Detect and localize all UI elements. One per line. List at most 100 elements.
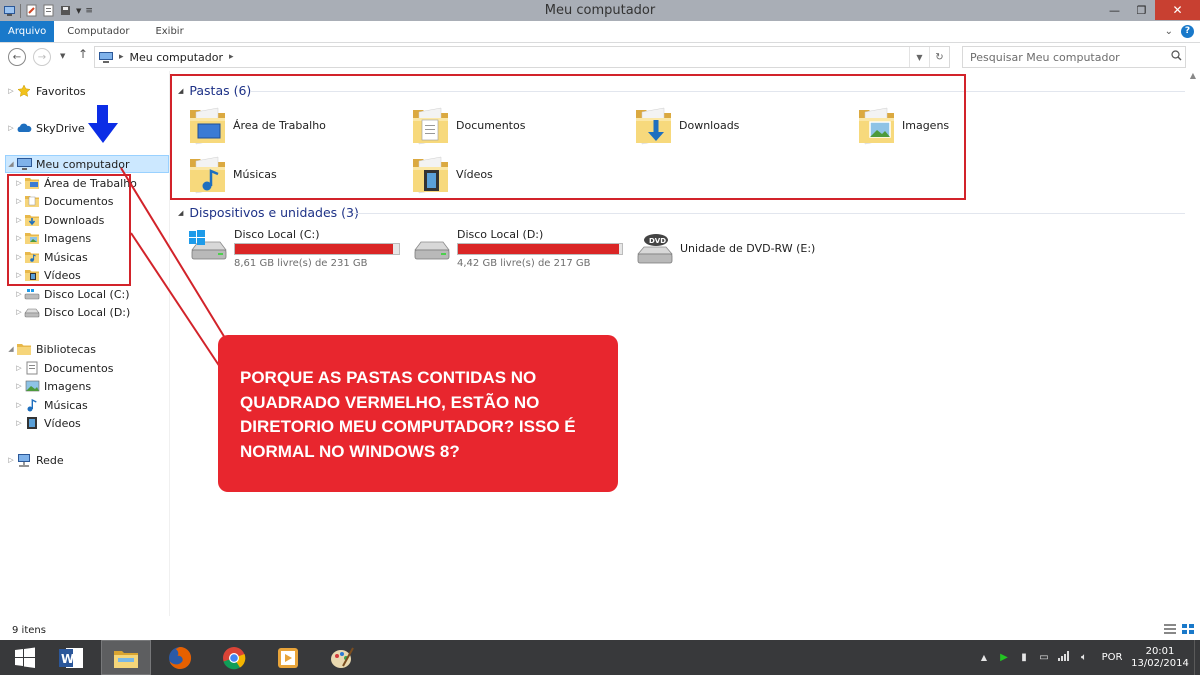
expand-arrow-icon[interactable]: ▷ [6, 124, 16, 132]
drive-free-space: 4,42 GB livre(s) de 217 GB [457, 258, 591, 269]
help-icon[interactable]: ? [1181, 25, 1194, 38]
taskbar-firefox[interactable] [155, 640, 205, 675]
nav-item-meu-computador[interactable]: ◢ Meu computador [5, 155, 169, 173]
collapse-arrow-icon[interactable]: ◢ [6, 345, 16, 353]
picture-icon [24, 379, 40, 393]
breadcrumb-separator-icon[interactable]: ▸ [119, 52, 124, 62]
taskbar-paint[interactable] [317, 640, 367, 675]
expand-arrow-icon[interactable]: ▷ [14, 401, 24, 409]
address-dropdown-button[interactable]: ▼ [909, 47, 929, 67]
expand-ribbon-icon[interactable]: ⌄ [1165, 26, 1173, 37]
nav-label: Favoritos [36, 84, 86, 98]
address-bar[interactable]: ▸ Meu computador ▸ ▼ ↻ [94, 46, 950, 68]
start-button[interactable] [0, 640, 50, 675]
qat-customize-icon[interactable]: ≡ [85, 6, 93, 16]
window-title: Meu computador [544, 3, 656, 18]
devices-group-header[interactable]: ◢ Dispositivos e unidades (3) [178, 205, 359, 220]
nav-item-lib-musicas[interactable]: ▷ Músicas [14, 396, 88, 414]
qat-dropdown-icon[interactable]: ▼ [76, 7, 81, 15]
nav-item-lib-documentos[interactable]: ▷ Documentos [14, 359, 113, 377]
system-tray: ▲ ▶ ▮ ▭ 🔈︎ POR 20:01 13/02/2014 [974, 640, 1200, 675]
search-icon[interactable] [1167, 50, 1185, 64]
word-icon: W [59, 647, 83, 668]
minimize-button[interactable]: — [1101, 0, 1128, 20]
nav-item-disco-d[interactable]: ▷ Disco Local (D:) [14, 303, 130, 321]
nav-label: Disco Local (D:) [44, 305, 131, 319]
nav-label: Disco Local (C:) [44, 287, 130, 301]
drive-name: Disco Local (D:) [457, 228, 544, 241]
expand-arrow-icon[interactable]: ▷ [6, 87, 16, 95]
taskbar-explorer[interactable] [101, 640, 151, 675]
search-input[interactable] [970, 50, 1167, 64]
back-button[interactable]: ← [8, 48, 26, 66]
network-icon [16, 453, 32, 467]
clock-date: 13/02/2014 [1131, 657, 1189, 669]
show-desktop-button[interactable] [1194, 640, 1200, 675]
nav-item-rede[interactable]: ▷ Rede [6, 451, 64, 469]
new-folder-icon[interactable] [42, 4, 55, 17]
volume-icon[interactable]: 🔈︎ [1074, 652, 1094, 663]
nav-label: Documentos [44, 361, 114, 375]
cloud-icon [16, 121, 32, 135]
device-icon[interactable]: ▮ [1014, 652, 1034, 663]
taskbar-chrome[interactable] [209, 640, 259, 675]
drive-name: Disco Local (C:) [234, 228, 320, 241]
up-arrow-icon[interactable]: ↑ [78, 47, 88, 61]
nav-item-favoritos[interactable]: ▷ Favoritos [6, 82, 86, 100]
scroll-up-icon[interactable]: ▲ [1186, 71, 1200, 85]
recent-locations-icon[interactable]: ▼ [60, 52, 65, 60]
breadcrumb-meu-computador[interactable]: Meu computador [130, 51, 223, 64]
libraries-icon [16, 342, 32, 356]
play-icon[interactable]: ▶ [994, 652, 1014, 663]
network-signal-icon[interactable] [1054, 651, 1074, 664]
back-arrow-icon: ← [12, 51, 22, 63]
nav-item-skydrive[interactable]: ▷ SkyDrive [6, 119, 85, 137]
close-button[interactable]: ✕ [1155, 0, 1200, 20]
expand-arrow-icon[interactable]: ▷ [14, 308, 24, 316]
star-icon [16, 84, 32, 98]
drive-tile-d[interactable]: Disco Local (D:) 4,42 GB livre(s) de 217… [411, 228, 623, 269]
show-hidden-icons-icon[interactable]: ▲ [974, 653, 994, 662]
collapse-arrow-icon[interactable]: ◢ [6, 160, 16, 168]
item-count: 9 itens [12, 624, 46, 636]
properties-icon[interactable] [25, 4, 38, 17]
group-title: Dispositivos e unidades (3) [189, 205, 359, 220]
drive-usage-bar [457, 243, 623, 255]
drive-tile-c[interactable]: Disco Local (C:) 8,61 GB livre(s) de 231… [188, 228, 400, 269]
clock[interactable]: 20:01 13/02/2014 [1130, 646, 1190, 670]
expand-arrow-icon[interactable]: ▷ [14, 290, 24, 298]
expand-arrow-icon[interactable]: ▷ [14, 382, 24, 390]
nav-item-bibliotecas[interactable]: ◢ Bibliotecas [6, 340, 96, 358]
forward-arrow-icon: → [37, 51, 47, 63]
tab-computador[interactable]: Computador [54, 21, 142, 42]
nav-item-lib-imagens[interactable]: ▷ Imagens [14, 377, 91, 395]
maximize-button[interactable]: ❐ [1128, 0, 1155, 20]
drive-icon [411, 228, 453, 268]
forward-button[interactable]: → [33, 48, 51, 66]
windows-logo-icon [15, 647, 35, 668]
tiles-view-icon[interactable] [1182, 624, 1194, 637]
nav-item-disco-c[interactable]: ▷ Disco Local (C:) [14, 285, 130, 303]
taskbar-media-app[interactable] [263, 640, 313, 675]
language-indicator[interactable]: POR [1094, 652, 1130, 663]
expand-arrow-icon[interactable]: ▷ [14, 419, 24, 427]
expand-arrow-icon[interactable]: ▷ [6, 456, 16, 464]
clock-time: 20:01 [1145, 645, 1175, 657]
expand-arrow-icon[interactable]: ▷ [14, 364, 24, 372]
nav-label: Imagens [44, 379, 92, 393]
breadcrumb-chevron-icon[interactable]: ▸ [229, 52, 234, 62]
drive-tile-dvd[interactable]: DVD Unidade de DVD-RW (E:) [634, 228, 815, 268]
save-icon[interactable] [59, 4, 72, 17]
quick-access-toolbar: ▼ ≡ [0, 0, 93, 21]
group-divider [353, 213, 1185, 214]
drive-name: Unidade de DVD-RW (E:) [680, 241, 816, 255]
collapse-arrow-icon[interactable]: ◢ [178, 209, 183, 217]
tab-exibir[interactable]: Exibir [142, 21, 196, 42]
taskbar-word[interactable]: W [46, 640, 96, 675]
power-icon[interactable]: ▭ [1034, 652, 1054, 663]
nav-item-lib-videos[interactable]: ▷ Vídeos [14, 414, 81, 432]
explorer-icon[interactable] [3, 4, 16, 17]
refresh-button[interactable]: ↻ [929, 47, 949, 67]
details-view-icon[interactable] [1164, 624, 1176, 637]
tab-arquivo[interactable]: Arquivo [0, 21, 55, 42]
